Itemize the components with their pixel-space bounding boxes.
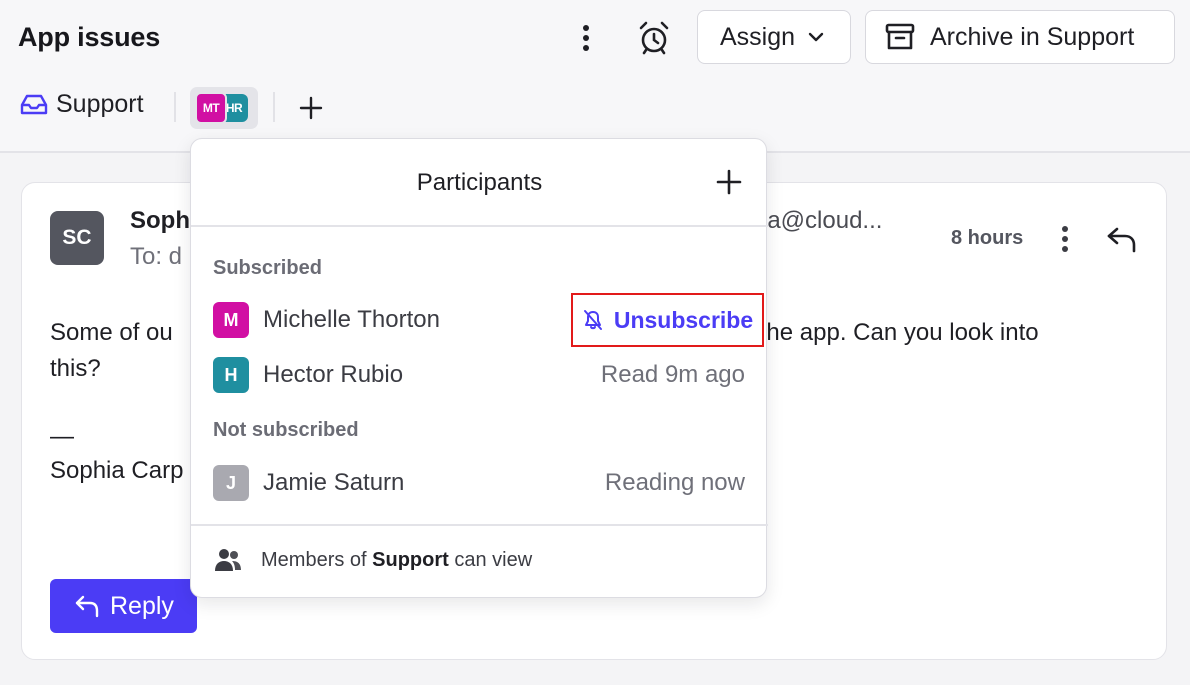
app-window: App issues Assign Archive in Support Sup… — [0, 0, 1190, 685]
participant-row: H Hector Rubio Read 9m ago — [213, 357, 745, 393]
inbox-tag-label: Support — [56, 90, 144, 118]
participant-row: J Jamie Saturn Reading now — [213, 465, 745, 501]
kebab-icon — [583, 25, 589, 51]
participant-status: Read 9m ago — [600, 361, 745, 388]
avatar: M — [213, 302, 249, 338]
subscribed-heading: Subscribed — [213, 257, 322, 279]
body-line1-start: Some of ou — [50, 319, 173, 346]
inbox-tag-support[interactable]: Support — [20, 90, 144, 119]
reply-button[interactable]: Reply — [50, 579, 197, 633]
message-options-button[interactable] — [1050, 221, 1080, 257]
chevron-down-icon — [807, 31, 825, 43]
reply-icon-button[interactable] — [1102, 219, 1142, 259]
add-tag-button[interactable] — [297, 94, 325, 122]
plus-icon — [716, 169, 742, 195]
more-options-button[interactable] — [566, 18, 606, 58]
assign-button[interactable]: Assign — [697, 10, 851, 64]
participant-status: Reading now — [604, 469, 745, 496]
archive-label: Archive in Support — [930, 22, 1135, 51]
kebab-icon — [1062, 226, 1068, 252]
conversation-title: App issues — [18, 22, 161, 52]
unsubscribe-label: Unsubscribe — [613, 306, 754, 333]
participant-name: Jamie Saturn — [263, 469, 405, 496]
popover-title: Participants — [416, 169, 543, 196]
avatar: MT — [195, 92, 227, 124]
avatar: H — [213, 357, 249, 393]
reply-label: Reply — [110, 591, 174, 620]
reply-arrow-icon — [1107, 227, 1136, 253]
archive-box-icon — [884, 21, 916, 53]
tag-divider — [174, 92, 176, 122]
inbox-icon — [20, 93, 48, 117]
visibility-note: Members of Support can view — [213, 547, 532, 573]
popover-divider — [191, 225, 768, 227]
assign-label: Assign — [720, 22, 796, 51]
plus-icon — [299, 96, 323, 120]
footer-inbox-name: Support — [372, 548, 449, 571]
sender-avatar: SC — [50, 211, 104, 265]
people-icon — [213, 547, 243, 573]
avatar: J — [213, 465, 249, 501]
message-time: 8 hours — [951, 227, 1024, 249]
body-line1-end: o the app. Can you look into — [739, 319, 1039, 346]
bell-off-icon — [582, 309, 604, 331]
participant-name: Hector Rubio — [263, 361, 404, 388]
popover-divider — [191, 524, 768, 526]
body-line2: this? — [50, 355, 101, 382]
signature-name: Sophia Carp — [50, 457, 184, 484]
add-participant-button[interactable] — [714, 167, 744, 197]
tag-divider — [273, 92, 275, 122]
footer-prefix: Members of — [261, 548, 367, 571]
signature-separator: — — [50, 423, 74, 450]
not-subscribed-heading: Not subscribed — [213, 419, 359, 441]
unsubscribe-button[interactable]: Unsubscribe — [571, 293, 764, 347]
participants-button[interactable]: MT HR — [190, 87, 258, 129]
recipient-line: To: d — [130, 243, 183, 270]
participants-popover: Participants Subscribed M Michelle Thort… — [190, 138, 768, 598]
sender-name: Soph — [130, 207, 190, 234]
snooze-button[interactable] — [632, 16, 676, 60]
conversation-header: App issues Assign Archive in Support Sup… — [0, 0, 1190, 153]
alarm-clock-icon — [639, 21, 669, 55]
archive-button[interactable]: Archive in Support — [865, 10, 1175, 64]
sender-email: ia@cloud... — [762, 207, 883, 234]
footer-suffix: can view — [454, 548, 533, 571]
reply-arrow-icon — [74, 594, 100, 618]
